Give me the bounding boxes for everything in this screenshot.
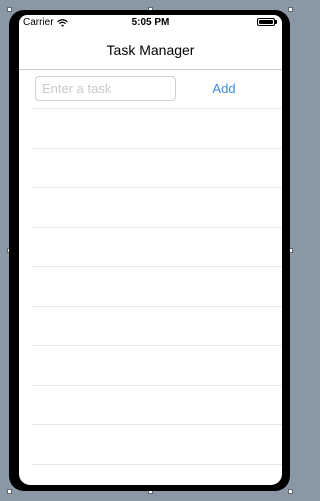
navigation-bar: Task Manager	[19, 31, 282, 70]
status-bar: Carrier 5:05 PM	[19, 15, 282, 31]
table-row[interactable]	[32, 147, 282, 188]
table-row[interactable]	[32, 384, 282, 425]
task-list[interactable]	[32, 108, 282, 485]
device-screen: Carrier 5:05 PM Task Manager Add	[19, 15, 282, 485]
resize-handle-bottom-right[interactable]	[288, 489, 293, 494]
page-title: Task Manager	[106, 42, 195, 58]
table-row[interactable]	[32, 305, 282, 346]
resize-handle-top-right[interactable]	[288, 7, 293, 12]
table-row[interactable]	[32, 226, 282, 267]
resize-handle-bottom-left[interactable]	[7, 489, 12, 494]
status-time: 5:05 PM	[131, 17, 170, 28]
add-button[interactable]: Add	[201, 76, 247, 101]
task-input-row: Add	[19, 70, 282, 108]
battery-fill	[259, 20, 273, 24]
battery-tip	[275, 20, 277, 24]
device-frame: Carrier 5:05 PM Task Manager Add	[9, 10, 290, 491]
table-row[interactable]	[32, 463, 282, 486]
table-row[interactable]	[32, 345, 282, 385]
task-input[interactable]	[35, 76, 176, 101]
table-row[interactable]	[32, 424, 282, 464]
table-row[interactable]	[32, 187, 282, 227]
table-row[interactable]	[32, 108, 282, 148]
resize-handle-top-left[interactable]	[7, 7, 12, 12]
battery-icon	[257, 18, 279, 26]
table-row[interactable]	[32, 266, 282, 306]
battery-body	[257, 18, 275, 26]
